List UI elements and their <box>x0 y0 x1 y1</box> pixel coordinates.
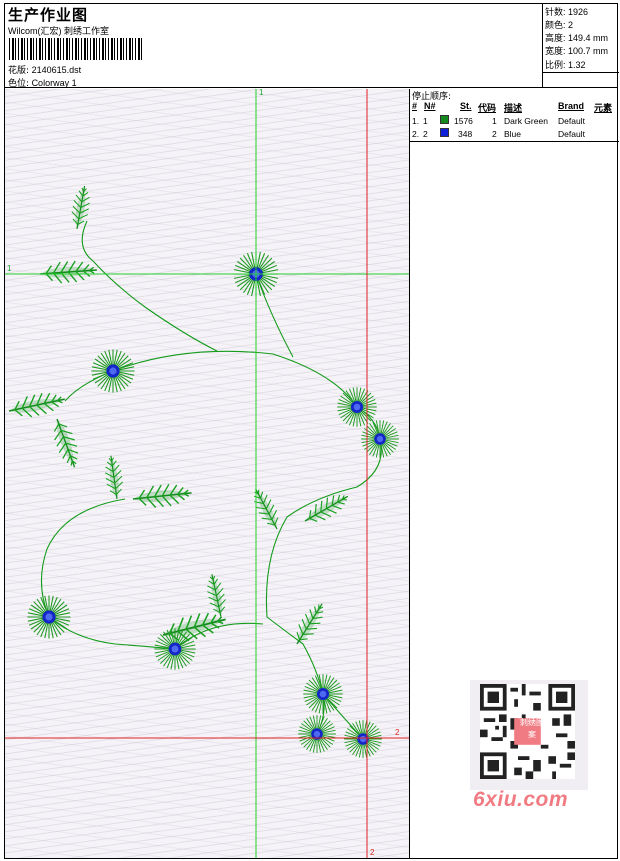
col-header-stitches: St. <box>460 101 472 111</box>
stat-scale: 比例: 1.32 <box>545 60 586 70</box>
colorway-name: Colorway 1 <box>31 78 77 88</box>
stats-divider <box>543 72 619 73</box>
color-swatch <box>440 128 449 137</box>
stat-colors: 颜色: 2 <box>545 20 574 30</box>
green-guide-top-label: 1 <box>259 89 264 97</box>
design-file-name: 2140615.dst <box>31 65 82 75</box>
colorway-line: 色位: Colorway 1 <box>8 78 77 89</box>
col-header-element: 元素 <box>594 103 613 113</box>
table-divider <box>410 141 619 142</box>
color-swatch <box>440 115 449 124</box>
red-guide-right-label: 2 <box>395 728 400 737</box>
col-header-description: 描述 <box>504 103 523 113</box>
green-guide-left-label: 1 <box>7 264 12 273</box>
site-watermark: 6xiu.com <box>473 788 569 811</box>
red-guide-bottom-label: 2 <box>370 848 375 857</box>
qr-watermark: 刺绣图案 <box>470 680 588 790</box>
col-header-index: # <box>412 101 418 111</box>
stats-block: 针数: 1926 颜色: 2 高度: 149.4 mm 宽度: 100.7 mm… <box>542 3 619 88</box>
guide-lines <box>5 89 409 858</box>
leaves <box>6 183 353 650</box>
stems <box>40 220 382 740</box>
col-header-brand: Brand <box>558 101 585 111</box>
header: 生产作业图 Wilcom(汇宏) 刺绣工作室 花版: 2140615.dst 色… <box>4 3 619 89</box>
design-canvas[interactable]: 1 1 2 2 <box>5 89 409 858</box>
barcode <box>9 38 144 60</box>
stat-stitches: 针数: 1926 <box>545 7 589 17</box>
design-file-line: 花版: 2140615.dst <box>8 65 82 76</box>
col-header-code: 代码 <box>478 103 497 113</box>
embroidery-preview: 1 1 2 2 <box>5 89 409 858</box>
seal-text: 刺绣图案 <box>520 718 544 739</box>
page-title: 生产作业图 <box>8 6 89 24</box>
stat-height: 高度: 149.4 mm <box>545 33 609 43</box>
flowers <box>26 250 400 759</box>
stat-width: 宽度: 100.7 mm <box>545 46 609 56</box>
studio-name: Wilcom(汇宏) 刺绣工作室 <box>8 26 109 36</box>
col-header-n: N# <box>424 101 436 111</box>
